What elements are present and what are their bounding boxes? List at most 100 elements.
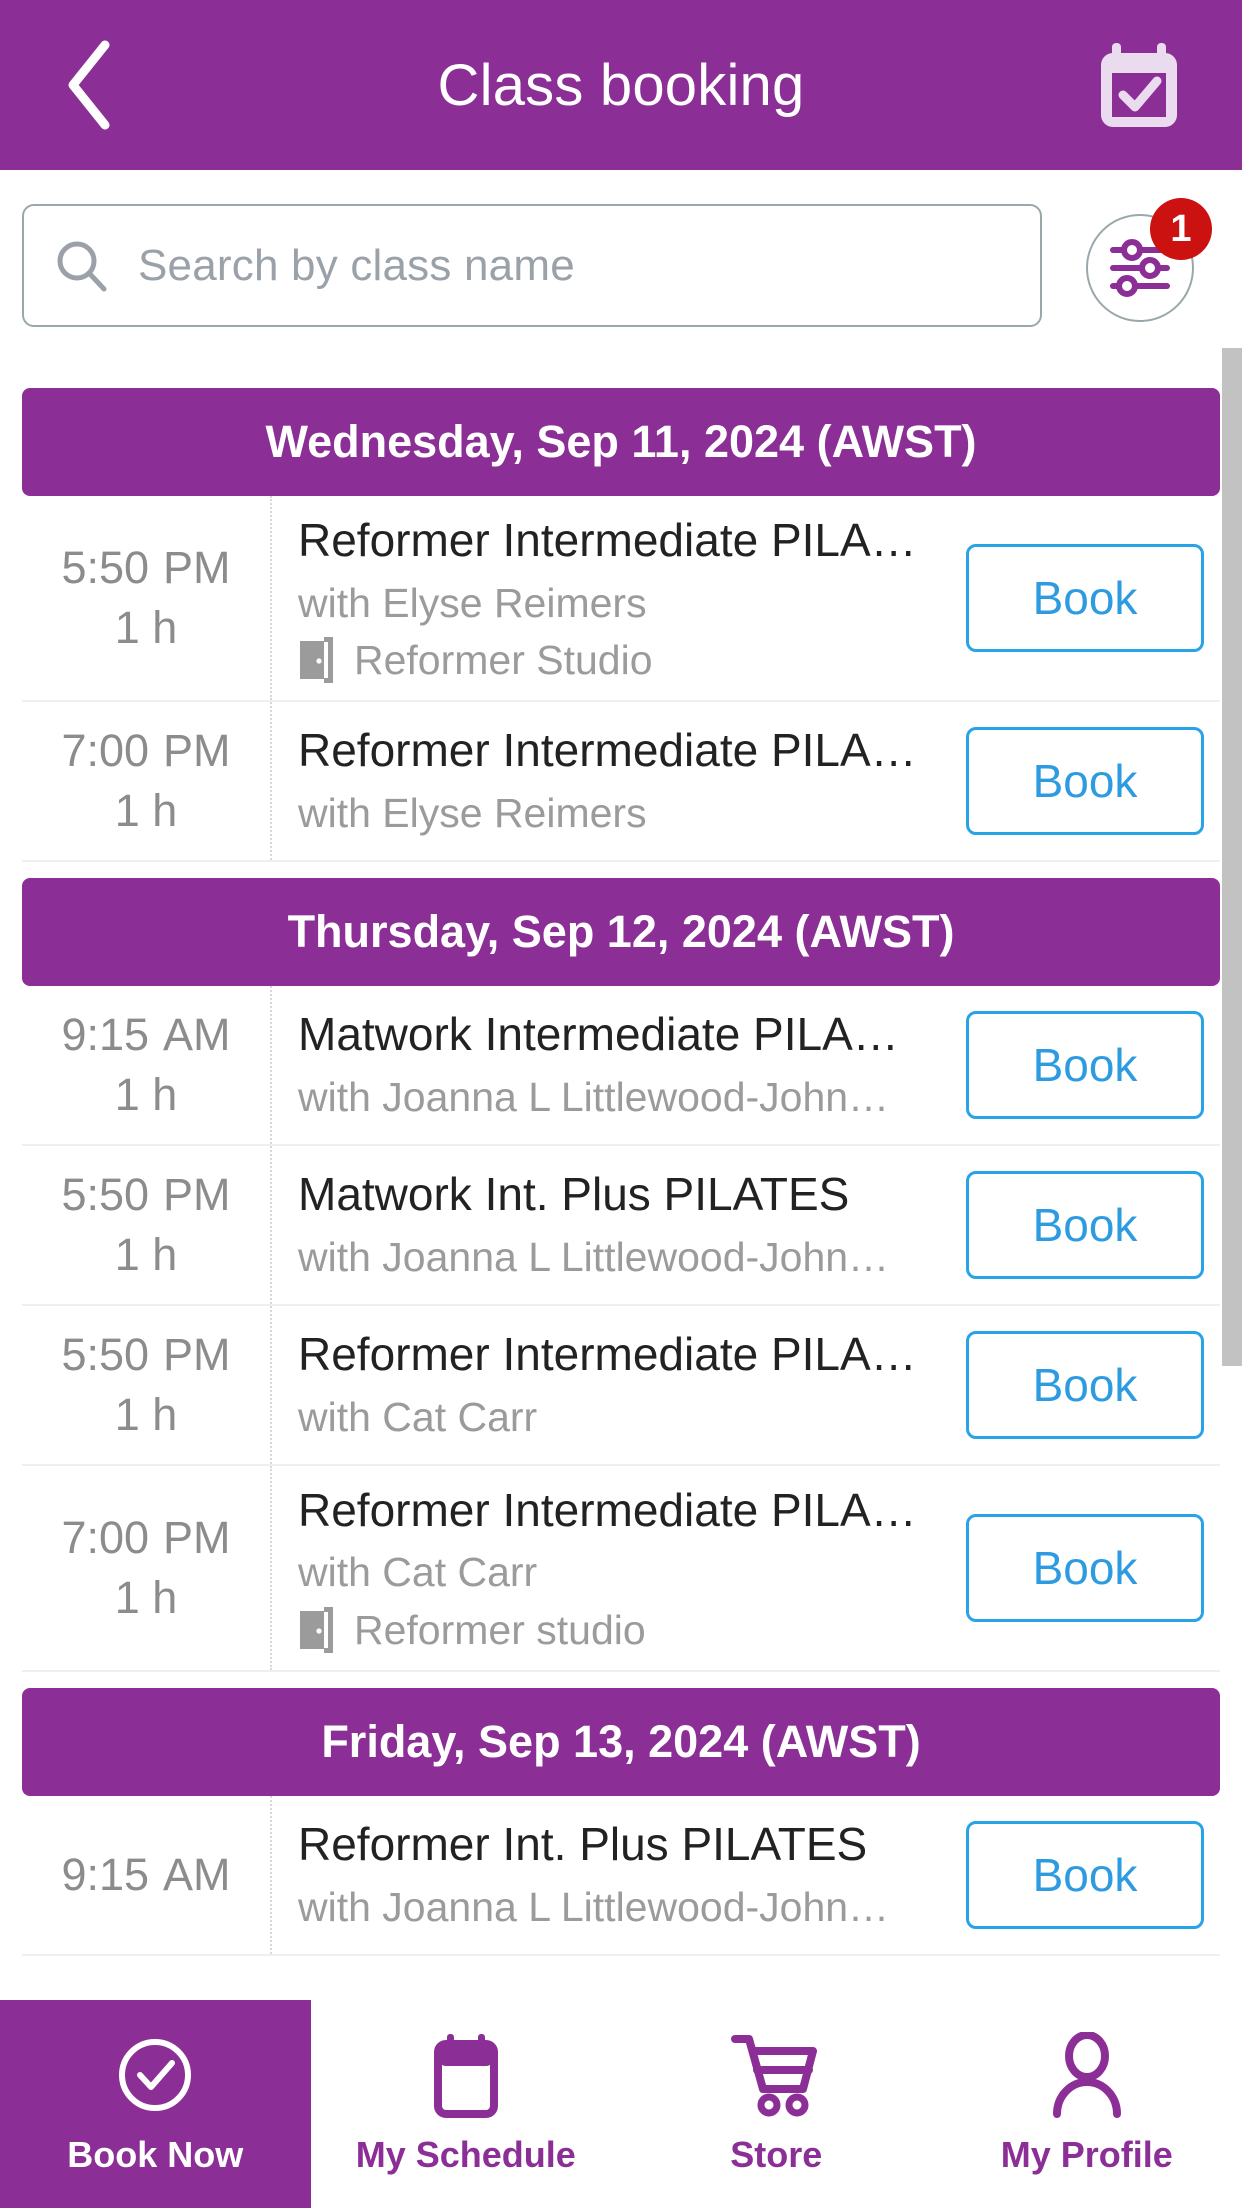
class-room: Reformer studio <box>298 1607 940 1654</box>
class-name: Matwork Int. Plus PILATES <box>298 1168 850 1221</box>
class-room-label: Reformer Studio <box>354 636 653 683</box>
class-start-time: 5:50 PM <box>61 1169 230 1221</box>
class-action-column: Book <box>950 702 1220 860</box>
door-room-icon <box>300 1607 333 1653</box>
class-time-column: 5:50 PM 1 h <box>22 496 272 700</box>
class-time-value: 9:15 <box>61 1008 150 1060</box>
check-circle-icon <box>119 2039 192 2111</box>
class-row[interactable]: 9:15 AM 1 h Matwork Intermediate PILA… with … <box>22 985 1220 1146</box>
class-instructor: with Cat Carr <box>298 1549 538 1596</box>
class-name: Reformer Intermediate PILA… <box>298 514 917 566</box>
search-input-wrapper[interactable]: Search by class name <box>22 204 1042 327</box>
class-action-column: Book <box>950 1306 1220 1464</box>
class-duration: 1 h <box>114 1388 178 1440</box>
class-action-column: Book <box>950 1146 1220 1304</box>
class-instructor: with Cat Carr <box>298 1393 538 1440</box>
class-info-column: Reformer Intermediate PILA… with Cat Carr <box>272 1306 950 1464</box>
class-row[interactable]: 5:50 PM 1 h Reformer Intermediate PILA… with… <box>22 496 1220 702</box>
filter-button-wrapper: 1 <box>1086 198 1212 322</box>
back-button[interactable] <box>34 0 144 170</box>
book-button[interactable]: Book <box>966 1330 1204 1439</box>
scrollbar-thumb[interactable] <box>1222 348 1242 1366</box>
class-duration: 1 h <box>114 601 178 653</box>
class-time-column: 9:15 AM 1 h <box>22 985 272 1144</box>
class-room: Reformer Studio <box>298 637 940 684</box>
calendar-icon <box>433 2034 498 2118</box>
filter-count-badge: 1 <box>1150 198 1212 260</box>
class-time-column: 7:00 PM 1 h <box>22 1465 272 1670</box>
class-start-time: 5:50 PM <box>61 1329 230 1381</box>
class-duration: 1 h <box>114 1571 178 1623</box>
check-circle-icon <box>114 2032 196 2118</box>
class-action-column: Book <box>950 986 1220 1144</box>
class-name: Reformer Int. Plus PILATES <box>298 1818 868 1871</box>
book-button[interactable]: Book <box>966 726 1204 835</box>
class-time-value: 5:50 <box>61 1328 150 1380</box>
class-time-column: 9:15 AM <box>22 1795 272 1954</box>
class-row[interactable]: 7:00 PM 1 h Reformer Intermediate PILA… with… <box>22 1465 1220 1672</box>
nav-item-store[interactable]: Store <box>621 2000 932 2208</box>
calendar-check-button[interactable] <box>1084 0 1194 170</box>
class-action-column: Book <box>950 1466 1220 1670</box>
class-start-time: 7:00 PM <box>61 725 230 777</box>
class-schedule-list[interactable]: Wednesday, Sep 11, 2024 (AWST) 5:50 PM 1 hR… <box>0 372 1242 2208</box>
search-input[interactable]: Search by class name <box>138 241 575 291</box>
class-time-meridiem: PM <box>163 724 231 776</box>
class-row[interactable]: 5:50 PM 1 h Reformer Intermediate PILA… with… <box>22 1305 1220 1466</box>
class-time-column: 5:50 PM 1 h <box>22 1145 272 1304</box>
class-time-value: 7:00 <box>61 724 150 776</box>
class-info-column: Reformer Intermediate PILA… with Elyse Re… <box>272 702 950 860</box>
class-start-time: 7:00 PM <box>61 1512 230 1564</box>
class-row[interactable]: 5:50 PM 1 h Matwork Int. Plus PILATES with J… <box>22 1145 1220 1306</box>
class-row[interactable]: 7:00 PM 1 h Reformer Intermediate PILA… with… <box>22 701 1220 862</box>
class-duration: 1 h <box>114 1068 178 1120</box>
class-duration: 1 h <box>114 1228 178 1280</box>
class-action-column: Book <box>950 1796 1220 1954</box>
day-header: Wednesday, Sep 11, 2024 (AWST) <box>22 388 1220 496</box>
nav-item-my-schedule[interactable]: My Schedule <box>311 2000 622 2208</box>
shopping-cart-icon <box>731 2032 821 2118</box>
class-time-value: 9:15 <box>61 1848 150 1900</box>
class-time-column: 7:00 PM 1 h <box>22 701 272 860</box>
day-header-label: Thursday, Sep 12, 2024 (AWST) <box>287 905 955 957</box>
day-header-label: Friday, Sep 13, 2024 (AWST) <box>321 1715 921 1767</box>
nav-item-label: My Profile <box>1000 2134 1173 2175</box>
book-button[interactable]: Book <box>966 1010 1204 1119</box>
day-header: Friday, Sep 13, 2024 (AWST) <box>22 1687 1220 1796</box>
class-row[interactable]: 9:15 AM Reformer Int. Plus PILATES with Joa… <box>22 1795 1220 1956</box>
search-icon <box>57 241 107 291</box>
class-time-value: 5:50 <box>61 1168 150 1220</box>
nav-item-my-profile[interactable]: My Profile <box>932 2000 1242 2208</box>
shopping-cart-icon <box>731 2035 818 2117</box>
class-start-time: 9:15 AM <box>61 1009 230 1061</box>
nav-item-book-now[interactable]: Book Now <box>0 2000 311 2208</box>
day-header-label: Wednesday, Sep 11, 2024 (AWST) <box>265 416 977 467</box>
calendar-icon <box>428 2032 504 2118</box>
class-instructor: with Elyse Reimers <box>298 789 647 836</box>
class-instructor: with Joanna L Littlewood-John… <box>298 1073 890 1120</box>
app-header: Class booking <box>0 0 1242 170</box>
book-button[interactable]: Book <box>966 1513 1204 1622</box>
class-name: Reformer Intermediate PILA… <box>298 724 917 777</box>
class-instructor: with Elyse Reimers <box>298 579 647 626</box>
class-duration: 1 h <box>114 784 178 836</box>
scrollbar-track[interactable] <box>1222 174 1242 2208</box>
nav-item-label: Book Now <box>67 2134 244 2175</box>
class-info-column: Reformer Intermediate PILA… with Cat Carr… <box>272 1466 950 1670</box>
class-action-column: Book <box>950 496 1220 700</box>
book-button[interactable]: Book <box>966 543 1204 652</box>
class-info-column: Reformer Intermediate PILA… with Elyse Re… <box>272 496 950 700</box>
class-info-column: Reformer Int. Plus PILATES with Joanna L … <box>272 1796 950 1954</box>
class-instructor: with Joanna L Littlewood-John… <box>298 1233 890 1280</box>
day-header: Thursday, Sep 12, 2024 (AWST) <box>22 877 1220 986</box>
nav-item-label: Store <box>730 2134 823 2175</box>
calendar-check-icon <box>1101 43 1177 127</box>
book-button[interactable]: Book <box>966 1820 1204 1929</box>
class-time-meridiem: PM <box>163 1511 231 1563</box>
book-button[interactable]: Book <box>966 1170 1204 1279</box>
class-name: Reformer Intermediate PILA… <box>298 1483 917 1536</box>
class-time-column: 5:50 PM 1 h <box>22 1305 272 1464</box>
class-time-meridiem: AM <box>163 1008 231 1060</box>
class-booking-screen: Class booking Search by class name 1 Wed… <box>0 0 1242 2208</box>
nav-item-label: My Schedule <box>355 2134 576 2175</box>
